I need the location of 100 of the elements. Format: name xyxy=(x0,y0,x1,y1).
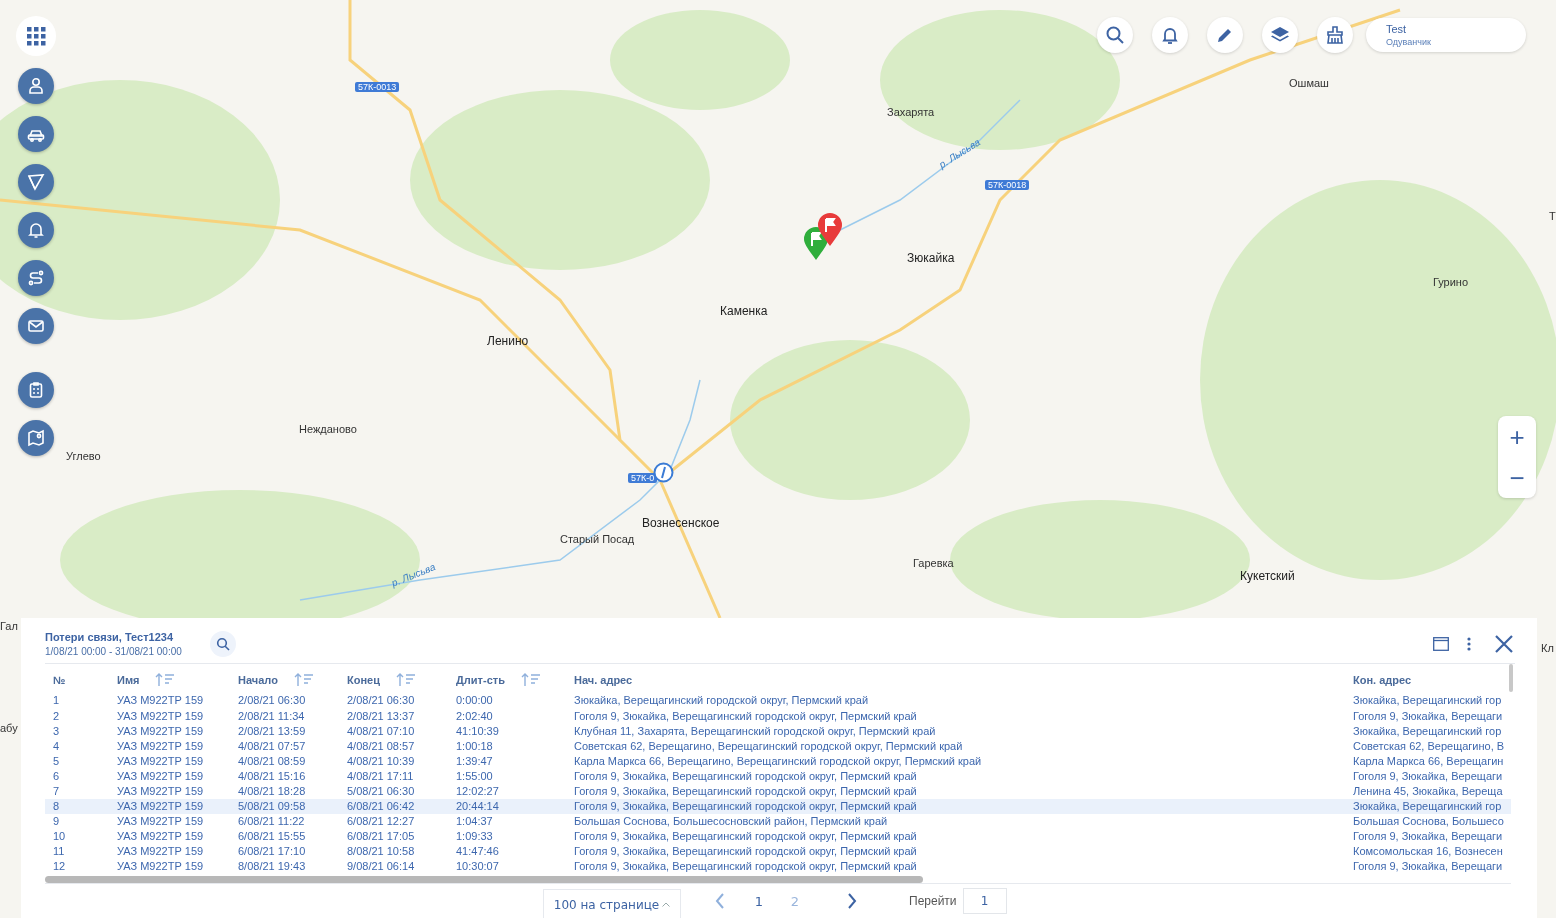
table-cell-text: Комсомольская 16, Вознесен xyxy=(1353,844,1504,859)
table-cell-text: 2/08/21 11:34 xyxy=(238,708,306,723)
map-label: Гал xyxy=(0,620,18,632)
table-cell-text: Зюкайка, Верещагинский городской округ, Пермский край xyxy=(574,693,870,708)
table-cell-text: 4/08/21 07:10 xyxy=(347,723,416,738)
table-cell-text: Большая Соснова, Большесосновский район, Пермский край xyxy=(574,814,889,829)
table-cell-text: 2:02:40 xyxy=(456,708,494,723)
table-cell-text: 9 xyxy=(53,814,61,829)
table-cell-text: Зюкайка, Верещагинский гор xyxy=(1353,723,1503,738)
table-cell-text: 41:10:39 xyxy=(456,723,500,738)
table-cell-text: 7 xyxy=(53,784,61,798)
table-cell-text: 8 xyxy=(53,799,61,814)
table-cell-text: Советская 62, Верещагино, В xyxy=(1353,738,1506,753)
report-title: Потери связи, Тест1234 xyxy=(45,631,174,644)
table-cell-text: УАЗ М922ТР 159 xyxy=(117,753,205,768)
table-cell-text: УАЗ М922ТР 159 xyxy=(117,814,205,829)
table-cell-text: УАЗ М922ТР 159 xyxy=(117,738,205,753)
map-label: абу xyxy=(0,722,18,734)
table-row[interactable]: 5 УАЗ М922ТР 159 4/08/21 08:59 4/08/21 10:39 1:39:47 Карла Маркса 66, Верещагино, Верещагинский городской округ, Пермский край Карла Маркса 66, Верещагин xyxy=(45,753,1511,769)
table-cell-text: Гоголя 9, Зюкайка, Верещагинский городской округ, Пермский край xyxy=(574,844,918,859)
chevron-right-icon xyxy=(847,893,857,909)
page-input[interactable]: 1 xyxy=(962,888,1007,914)
caret-icon xyxy=(662,902,671,907)
person-icon xyxy=(27,77,45,95)
user-card[interactable]: Test Одуванчик xyxy=(1366,18,1526,52)
table-cell-text: 1:04:37 xyxy=(456,814,494,829)
table-cell-text: Гоголя 9, Зюкайка, Верещаги xyxy=(1353,708,1504,723)
table-cell-text: 4/08/21 07:57 xyxy=(238,738,307,753)
table-cell-text: 2 xyxy=(53,708,61,723)
table-cell-text: 4/08/21 08:57 xyxy=(347,738,416,753)
bell-icon xyxy=(1160,25,1180,45)
search-button[interactable] xyxy=(209,631,236,658)
table-cell-text: УАЗ М922ТР 159 xyxy=(117,723,205,738)
table-cell-text: 4/08/21 17:11 xyxy=(347,768,415,783)
grid-icon xyxy=(26,26,46,46)
route-icon xyxy=(27,269,45,287)
table-row[interactable]: 7 УАЗ М922ТР 159 4/08/21 18:28 5/08/21 06:30 12:02:27 Гоголя 9, Зюкайка, Верещагинский городской округ, Пермский край Ленина 45, Зюкайка, Вереща xyxy=(45,783,1511,799)
table-cell-text: 4 xyxy=(53,738,61,753)
map-pin-icon xyxy=(27,429,45,447)
table-cell-text: 6/08/21 17:05 xyxy=(347,829,416,844)
table-row[interactable]: 4 УАЗ М922ТР 159 4/08/21 07:57 4/08/21 08:57 1:00:18 Советская 62, Верещагино, Верещагинский городской округ, Пермский край Советская 62, Верещагино, В xyxy=(45,738,1511,754)
table-row[interactable]: 6 УАЗ М922ТР 159 4/08/21 15:16 4/08/21 17:11 1:55:00 Гоголя 9, Зюкайка, Верещагинский городской округ, Пермский край Гоголя 9, Зюкайка, Верещаги xyxy=(45,768,1511,784)
table-cell-text: Ленина 45, Зюкайка, Вереща xyxy=(1353,784,1504,798)
zoom-in-button[interactable]: + xyxy=(1498,416,1536,457)
table-cell-text: УАЗ М922ТР 159 xyxy=(117,693,205,708)
table-row[interactable]: 12 УАЗ М922ТР 159 8/08/21 19:43 9/08/21 06:14 10:30:07 Гоголя 9, Зюкайка, Верещагинский городской округ, Пермский край Гоголя 9, Зюкайка, Верещаги xyxy=(45,858,1511,874)
table-cell-text: УАЗ М922ТР 159 xyxy=(117,829,205,844)
table-cell-text: 0:00:00 xyxy=(456,693,494,708)
table-cell-text: 1:09:33 xyxy=(456,829,494,844)
table-cell-text: 41:47:46 xyxy=(456,844,500,859)
map-label: Т xyxy=(1549,210,1556,222)
table-cell-text: Зюкайка, Верещагинский гор xyxy=(1353,799,1503,814)
map-label: Нежданово xyxy=(299,423,357,435)
table-cell-text: 9/08/21 06:14 xyxy=(347,859,416,874)
scrollbar-thumb[interactable] xyxy=(1509,663,1513,692)
table-cell-text: 5/08/21 06:30 xyxy=(347,784,416,798)
table-cell-text: 3 xyxy=(53,723,61,738)
table-cell-text: 1 xyxy=(53,693,61,708)
table-cell-text: 6/08/21 12:27 xyxy=(347,814,416,829)
table-cell-text: Гоголя 9, Зюкайка, Верещаги xyxy=(1353,768,1504,783)
map-label: Захарята xyxy=(887,106,935,118)
map-label: Кукетский xyxy=(1240,569,1295,583)
column-header: № xyxy=(53,673,67,686)
column-header[interactable]: Начало xyxy=(238,672,347,687)
zoom-out-button[interactable]: − xyxy=(1498,457,1536,498)
table-cell-text: Гоголя 9, Зюкайка, Верещагинский городской округ, Пермский край xyxy=(574,784,918,798)
table-row[interactable]: 2 УАЗ М922ТР 159 2/08/21 11:34 2/08/21 13:37 2:02:40 Гоголя 9, Зюкайка, Верещагинский городской округ, Пермский край Гоголя 9, Зюкайка, Верещаги xyxy=(45,707,1511,724)
bell-icon xyxy=(27,221,45,239)
table-row[interactable]: 3 УАЗ М922ТР 159 2/08/21 13:59 4/08/21 07:10 41:10:39 Клубная 11, Захарята, Верещагинский городской округ, Пермский край Зюкайка, Верещагинский гор xyxy=(45,723,1511,739)
close-icon xyxy=(1495,635,1513,654)
table-cell-text: 2/08/21 13:59 xyxy=(238,723,307,738)
table-cell-text: Гоголя 9, Зюкайка, Верещагинский городской округ, Пермский край xyxy=(574,708,918,723)
table-cell-text: 4/08/21 08:59 xyxy=(238,753,307,768)
table-cell-text: Карла Маркса 66, Верещагино, Верещагинский городской округ, Пермский край xyxy=(574,753,983,768)
table-row[interactable]: 9 УАЗ М922ТР 159 6/08/21 11:22 6/08/21 12:27 1:04:37 Большая Соснова, Большесосновский район, Пермский край Большая Соснова, Большесо xyxy=(45,813,1511,829)
table-row[interactable]: 10 УАЗ М922ТР 159 6/08/21 15:55 6/08/21 17:05 1:09:33 Гоголя 9, Зюкайка, Верещагинский городской округ, Пермский край Гоголя 9, Зюкайка, Верещаги xyxy=(45,828,1511,844)
column-header[interactable]: Конец xyxy=(347,672,456,687)
table-cell-text: 12:02:27 xyxy=(456,784,500,798)
brush-icon xyxy=(1325,25,1345,45)
window-button[interactable] xyxy=(1431,635,1451,654)
table-row[interactable]: 8 УАЗ М922ТР 159 5/08/21 09:58 6/08/21 06:42 20:44:14 Гоголя 9, Зюкайка, Верещагинский городской округ, Пермский край Зюкайка, Верещагинский гор xyxy=(45,798,1511,814)
table-cell-text: 6/08/21 06:42 xyxy=(347,799,416,814)
table-row[interactable]: 1 УАЗ М922ТР 159 2/08/21 06:30 2/08/21 06:30 0:00:00 Зюкайка, Верещагинский городской округ, Пермский край Зюкайка, Верещагинский гор xyxy=(45,692,1511,708)
organization-name: Одуванчик xyxy=(1386,35,1432,48)
scrollbar-thumb[interactable] xyxy=(45,876,923,883)
page-button[interactable]: 1 xyxy=(741,893,777,909)
map-label: 57К-0 xyxy=(628,473,658,483)
column-header[interactable]: Длит-сть xyxy=(456,672,574,687)
table-cell-text: Клубная 11, Захарята, Верещагинский городской округ, Пермский край xyxy=(574,723,937,738)
map-label: 57К-0018 xyxy=(985,180,1030,190)
table-cell-text: Карла Маркса 66, Верещагин xyxy=(1353,753,1505,768)
column-header[interactable]: Имя xyxy=(117,672,238,687)
map-label: 57К-0013 xyxy=(355,82,400,92)
search-icon xyxy=(1105,25,1125,45)
map-label: Ленино xyxy=(487,334,529,348)
page-size-dropdown[interactable]: 100 на странице xyxy=(543,889,681,918)
table-row[interactable]: 11 УАЗ М922ТР 159 6/08/21 17:10 8/08/21 10:58 41:47:46 Гоголя 9, Зюкайка, Верещагинский городской округ, Пермский край Комсомольская 16, Вознесен xyxy=(45,843,1511,859)
map-label: Гурино xyxy=(1433,276,1469,288)
envelope-icon xyxy=(27,317,45,335)
goto-label: Перейти xyxy=(909,894,957,908)
